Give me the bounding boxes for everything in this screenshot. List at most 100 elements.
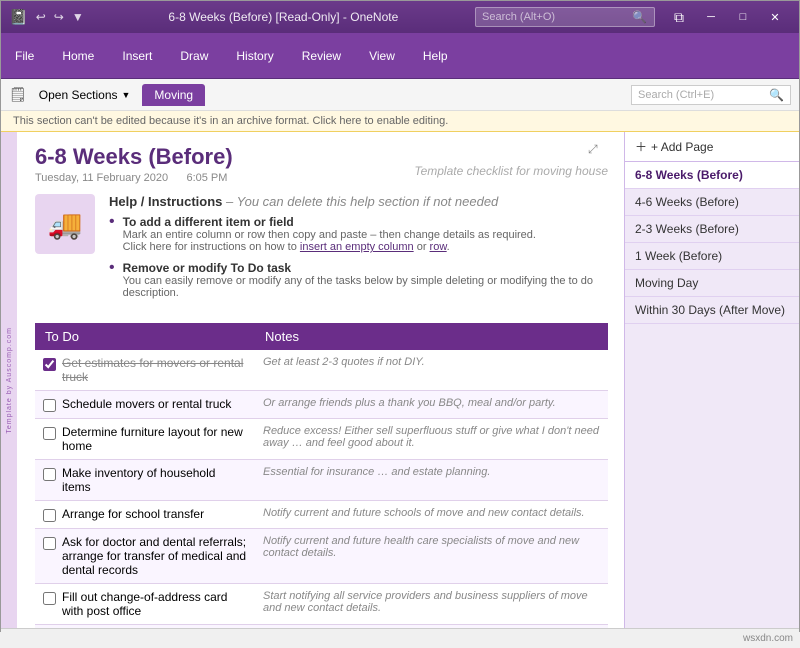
todo-text: Schedule movers or rental truck (62, 397, 231, 411)
bullet-heading-2: Remove or modify To Do task (123, 261, 291, 275)
todo-checkbox[interactable] (43, 592, 56, 605)
table-row: Clean out all closets and drawersStart c… (35, 625, 608, 629)
ribbon-tab-draw[interactable]: Draw (166, 33, 222, 78)
todo-text: Determine furniture layout for new home (62, 425, 247, 453)
bottom-label: wsxdn.com (743, 633, 793, 644)
todo-cell: Make inventory of household items (35, 460, 255, 501)
todo-text: Get estimates for movers or rental truck (62, 356, 247, 384)
time-text: 6:05 PM (186, 172, 227, 184)
bottom-bar: wsxdn.com (1, 628, 799, 648)
todo-cell: Get estimates for movers or rental truck (35, 350, 255, 391)
minimize-button[interactable]: ─ (695, 1, 727, 33)
todo-checkbox[interactable] (43, 399, 56, 412)
table-row: Determine furniture layout for new home R… (35, 419, 608, 460)
content-area: Template by Auscomp.com ⤢ 6-8 Weeks (Bef… (1, 132, 624, 628)
table-row: Fill out change-of-address card with pos… (35, 584, 608, 625)
help-icon: 🚚 (35, 194, 95, 254)
table-row: Get estimates for movers or rental truck… (35, 350, 608, 391)
todo-checkbox[interactable] (43, 427, 56, 440)
notes-cell: Get at least 2-3 quotes if not DIY. (255, 350, 608, 391)
help-content: Help / Instructions – You can delete thi… (109, 194, 608, 307)
nav-bar: 🗒 Open Sections ▼ Moving Search (Ctrl+E)… (1, 79, 799, 111)
add-page-button[interactable]: ＋ + Add Page (625, 132, 799, 162)
open-sections-button[interactable]: Open Sections ▼ (33, 84, 137, 106)
ribbon-tab-help[interactable]: Help (409, 33, 462, 78)
notes-cell: Notify current and future schools of mov… (255, 501, 608, 529)
moving-truck-icon: 🚚 (48, 208, 83, 241)
bullet-item-1: • To add a different item or field Mark … (109, 215, 608, 253)
ribbon-tab-insert[interactable]: Insert (108, 33, 166, 78)
title-search-box[interactable]: 🔍 (475, 7, 655, 27)
table-row: Arrange for school transfer Notify curren… (35, 501, 608, 529)
open-sections-chevron-icon: ▼ (122, 90, 131, 100)
expand-icon[interactable]: ⤢ (588, 142, 604, 158)
ribbon-tab-review[interactable]: Review (288, 33, 355, 78)
warning-bar[interactable]: This section can't be edited because it'… (1, 111, 799, 132)
notebook-icon[interactable]: ⧉ (663, 1, 695, 33)
todo-text: Make inventory of household items (62, 466, 247, 494)
maximize-button[interactable]: □ (727, 1, 759, 33)
nav-search-box[interactable]: Search (Ctrl+E) 🔍 (631, 85, 791, 105)
notes-cell: Reduce excess! Either sell superfluous s… (255, 419, 608, 460)
title-bar: 📓 ↩ ↪ ▼ 6-8 Weeks (Before) [Read-Only] -… (1, 1, 799, 33)
ribbon-tab-home[interactable]: Home (48, 33, 108, 78)
insert-column-link[interactable]: insert an empty column (300, 241, 414, 253)
notes-cell: Start notifying all service providers an… (255, 584, 608, 625)
todo-cell: Arrange for school transfer (35, 501, 255, 529)
active-section-tab[interactable]: Moving (142, 84, 205, 106)
search-icon: 🔍 (632, 10, 647, 24)
table-row: Ask for doctor and dental referrals; arr… (35, 529, 608, 584)
ribbon-tab-file[interactable]: File (1, 33, 48, 78)
sidebar-page-item[interactable]: 1 Week (Before) (625, 243, 799, 270)
date-text: Tuesday, 11 February 2020 (35, 172, 168, 184)
table-row: Make inventory of household itemsEssenti… (35, 460, 608, 501)
page-icon: 🗒 (9, 86, 27, 103)
add-page-plus-icon: ＋ (635, 138, 647, 155)
todo-checkbox[interactable] (43, 358, 56, 371)
sidebar-page-item[interactable]: Within 30 Days (After Move) (625, 297, 799, 324)
sidebar-page-item[interactable]: 6-8 Weeks (Before) (625, 162, 799, 189)
add-page-label: + Add Page (651, 140, 713, 154)
col-header-notes: Notes (255, 323, 608, 350)
notes-cell: Start clearing out and/or packing up all… (255, 625, 608, 629)
title-search-input[interactable] (482, 11, 632, 23)
todo-text: Arrange for school transfer (62, 507, 204, 521)
sidebar-page-item[interactable]: Moving Day (625, 270, 799, 297)
redo-icon[interactable]: ↪ (54, 10, 64, 24)
main-layout: Template by Auscomp.com ⤢ 6-8 Weeks (Bef… (1, 132, 799, 628)
bullet-heading-1: To add a different item or field (123, 215, 294, 229)
sidebar-page-item[interactable]: 2-3 Weeks (Before) (625, 216, 799, 243)
undo-icon[interactable]: ↩ (36, 10, 46, 24)
open-sections-label: Open Sections (39, 88, 118, 102)
table-header-row: To Do Notes (35, 323, 608, 350)
insert-row-link[interactable]: row (430, 241, 447, 253)
todo-cell: Determine furniture layout for new home (35, 419, 255, 460)
customize-icon[interactable]: ▼ (72, 10, 84, 24)
watermark: Template by Auscomp.com (1, 132, 17, 628)
todo-cell: Clean out all closets and drawers (35, 625, 255, 629)
todo-checkbox[interactable] (43, 537, 56, 550)
help-title: Help / Instructions – You can delete thi… (109, 194, 608, 209)
todo-checkbox[interactable] (43, 509, 56, 522)
bullet-dot-2: • (109, 259, 115, 299)
bullet-text-1: To add a different item or field Mark an… (123, 215, 536, 253)
ribbon-tab-view[interactable]: View (355, 33, 409, 78)
nav-search-label: Search (Ctrl+E) (638, 89, 769, 101)
help-section: 🚚 Help / Instructions – You can delete t… (35, 194, 608, 307)
title-bar-icons: 📓 ↩ ↪ ▼ (9, 8, 84, 26)
notes-cell: Or arrange friends plus a thank you BBQ,… (255, 391, 608, 419)
todo-cell: Ask for doctor and dental referrals; arr… (35, 529, 255, 584)
nav-search-icon: 🔍 (769, 88, 784, 102)
sidebar-page-item[interactable]: 4-6 Weeks (Before) (625, 189, 799, 216)
close-button[interactable]: ✕ (759, 1, 791, 33)
table-row: Schedule movers or rental truck Or arrang… (35, 391, 608, 419)
bullet-item-2: • Remove or modify To Do task You can ea… (109, 261, 608, 299)
todo-table: To Do Notes Get estimates for movers or … (35, 323, 608, 628)
sidebar: ＋ + Add Page 6-8 Weeks (Before)4-6 Weeks… (624, 132, 799, 628)
bullet-text-2: Remove or modify To Do task You can easi… (123, 261, 608, 299)
app-logo-icon: 📓 (9, 8, 28, 26)
todo-cell: Schedule movers or rental truck (35, 391, 255, 419)
ribbon-tab-history[interactable]: History (222, 33, 287, 78)
todo-checkbox[interactable] (43, 468, 56, 481)
sidebar-pages: 6-8 Weeks (Before)4-6 Weeks (Before)2-3 … (625, 162, 799, 324)
